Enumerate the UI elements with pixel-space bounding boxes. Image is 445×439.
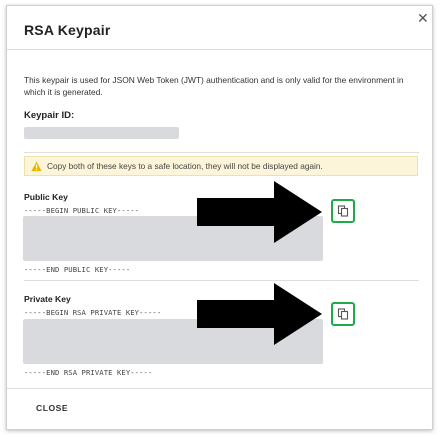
- dialog-title: RSA Keypair: [24, 22, 111, 38]
- private-key-begin: -----BEGIN RSA PRIVATE KEY-----: [24, 308, 162, 317]
- annotation-arrow: [197, 181, 322, 243]
- public-key-label: Public Key: [24, 192, 68, 202]
- copy-icon: [337, 308, 349, 320]
- keypair-id-label: Keypair ID:: [24, 110, 75, 121]
- copy-icon: [337, 205, 349, 217]
- close-icon[interactable]: ✕: [417, 11, 429, 25]
- dialog-description: This keypair is used for JSON Web Token …: [24, 75, 404, 97]
- keypair-id-value-redacted: [24, 127, 179, 139]
- header-divider: [7, 49, 432, 50]
- copy-public-key-button[interactable]: [331, 199, 355, 223]
- warning-divider: [24, 152, 419, 153]
- footer-divider: [7, 388, 432, 389]
- close-button[interactable]: CLOSE: [36, 403, 68, 413]
- private-key-end: -----END RSA PRIVATE KEY-----: [24, 368, 153, 377]
- private-key-label: Private Key: [24, 294, 71, 304]
- warning-banner: Copy both of these keys to a safe locati…: [24, 156, 418, 176]
- annotation-arrow: [197, 283, 322, 345]
- copy-private-key-button[interactable]: [331, 302, 355, 326]
- public-key-end: -----END PUBLIC KEY-----: [24, 265, 131, 274]
- warning-triangle-icon: [31, 160, 42, 171]
- section-divider: [24, 280, 419, 281]
- warning-text: Copy both of these keys to a safe locati…: [47, 161, 323, 171]
- public-key-begin: -----BEGIN PUBLIC KEY-----: [24, 206, 140, 215]
